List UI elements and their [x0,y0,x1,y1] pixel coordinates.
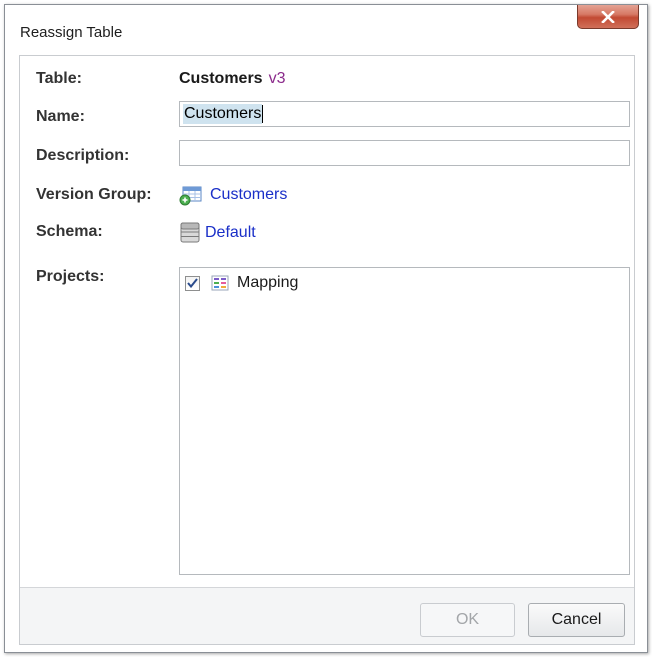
project-checkbox[interactable] [185,275,200,291]
schema-label: Schema: [36,223,103,240]
close-button[interactable] [577,5,639,29]
projects-list[interactable]: Mapping [179,267,630,575]
table-value: Customers v3 [179,70,285,88]
projects-label: Projects: [36,268,105,285]
checkmark-icon [187,278,198,288]
ok-button[interactable]: OK [420,603,515,637]
dialog-footer: OK Cancel [20,587,634,644]
name-input-value: Customers [183,104,263,124]
version-group-label: Version Group: [36,186,152,203]
version-group-icon [179,186,202,206]
description-input[interactable] [179,140,630,166]
reassign-table-dialog: Reassign Table Table: Customers v3 Name: … [4,4,648,653]
text-caret [262,104,264,123]
dialog-content: Table: Customers v3 Name: Customers Descr… [19,55,635,645]
name-label: Name: [36,108,85,125]
dialog-title: Reassign Table [20,24,123,41]
table-name: Customers [179,70,263,87]
database-icon [180,222,200,243]
title-bar[interactable]: Reassign Table [5,5,647,55]
project-item-mapping[interactable]: Mapping [185,274,298,292]
mapping-project-icon [211,275,229,291]
version-group-value: Customers [179,184,287,206]
schema-link[interactable]: Default [205,224,256,242]
name-input[interactable]: Customers [179,101,630,127]
description-label: Description: [36,147,130,164]
close-icon [601,10,615,23]
schema-value: Default [179,222,256,243]
cancel-button[interactable]: Cancel [528,603,625,637]
table-version: v3 [268,70,286,87]
project-label: Mapping [237,274,299,291]
table-label: Table: [36,70,82,87]
version-group-link[interactable]: Customers [210,186,287,204]
